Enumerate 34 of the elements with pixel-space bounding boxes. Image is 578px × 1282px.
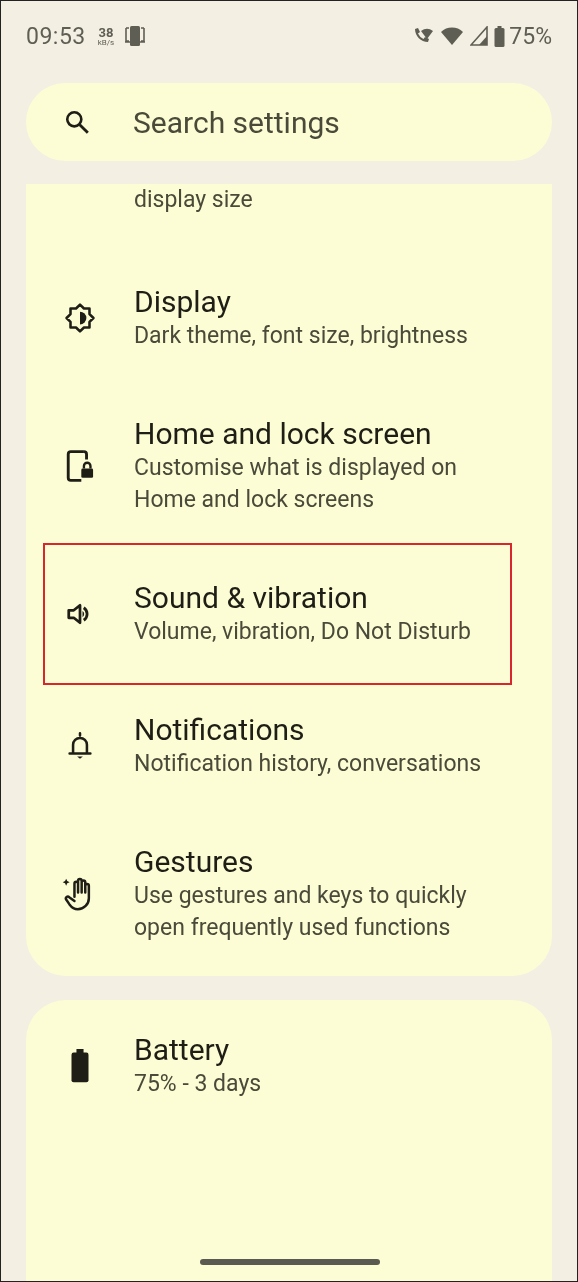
item-title: Battery <box>134 1032 231 1068</box>
item-summary: Volume, vibration, Do Not Disturb <box>134 617 472 647</box>
brightness-icon <box>63 301 97 335</box>
home-indicator[interactable] <box>200 1259 380 1265</box>
phone-link-icon <box>124 25 147 47</box>
item-summary: Dark theme, font size, brightness <box>134 321 469 351</box>
settings-item[interactable]: display size <box>26 184 552 252</box>
item-summary: display size <box>134 185 254 215</box>
network-speed-unit: kB/s <box>97 38 115 47</box>
item-title: Sound & vibration <box>134 580 369 616</box>
item-title: Home and lock screen <box>134 416 433 452</box>
battery-icon <box>70 1049 90 1083</box>
search-icon <box>64 109 90 135</box>
item-title: Notifications <box>134 712 306 748</box>
settings-item[interactable]: Home and lock screen Customise what is displayed on Home and lock screens <box>26 384 552 548</box>
settings-item[interactable]: Gestures Use gestures and keys to quickly open frequently used functions <box>26 812 552 976</box>
item-title: Gestures <box>134 844 255 880</box>
phone-lock-icon <box>65 449 95 483</box>
item-summary: Customise what is displayed on Home and lock screens <box>134 453 459 515</box>
clock: 09:53 <box>26 22 86 50</box>
wifi-icon <box>440 26 465 46</box>
bell-icon <box>67 731 93 761</box>
item-summary: Notification history, conversations <box>134 749 483 779</box>
network-speed: 38 <box>98 25 114 39</box>
item-summary: Use gestures and keys to quickly open frequently used functions <box>134 881 468 943</box>
settings-item[interactable]: Display Dark theme, font size, brightness <box>26 252 552 384</box>
search-field[interactable]: Search settings <box>26 83 552 161</box>
battery-percentage: 75% <box>509 22 552 50</box>
settings-item[interactable]: Sound & vibration Volume, vibration, Do Not Disturb <box>26 548 552 680</box>
item-summary: 75% - 3 days <box>134 1069 263 1099</box>
signal-icon <box>470 26 489 46</box>
item-title: Display <box>134 284 232 320</box>
settings-item[interactable]: Notifications Notification history, conversations <box>26 680 552 812</box>
battery-icon <box>494 25 506 47</box>
